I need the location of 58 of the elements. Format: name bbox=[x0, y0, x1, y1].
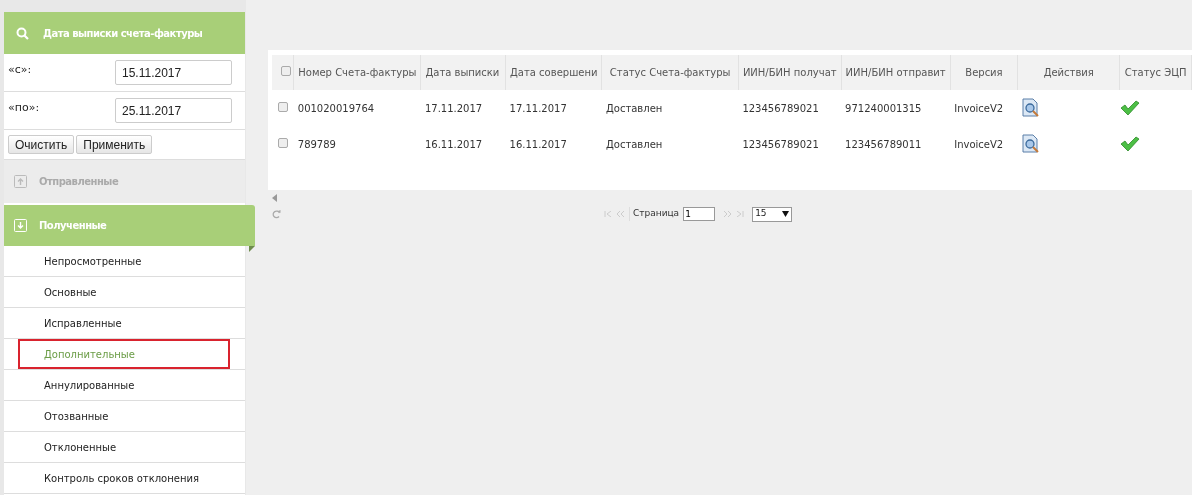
corner-fold bbox=[249, 246, 255, 252]
upload-icon bbox=[14, 175, 27, 188]
section-label: Отправленные bbox=[39, 175, 119, 189]
table-cell: 123456789021 bbox=[742, 138, 819, 150]
filter-button[interactable]: Очистить bbox=[8, 135, 75, 154]
table-cell: 17.11.2017 bbox=[509, 102, 567, 114]
first-page-icon[interactable] bbox=[604, 211, 612, 217]
table-cell: 971240001315 bbox=[845, 102, 922, 114]
table-cell: Доставлен bbox=[605, 138, 663, 150]
menu-item[interactable]: Основные bbox=[18, 277, 230, 307]
view-document-icon[interactable] bbox=[1021, 98, 1040, 118]
table-cell: InvoiceV2 bbox=[954, 102, 1004, 114]
view-document-icon[interactable] bbox=[1021, 134, 1040, 154]
menu-item[interactable]: Отклоненные bbox=[18, 432, 230, 462]
table-cell: 123456789021 bbox=[742, 102, 819, 114]
column-header[interactable]: Статус Счета-фактуры bbox=[609, 67, 731, 78]
scroll-left-icon[interactable] bbox=[272, 194, 277, 202]
last-page-icon[interactable] bbox=[736, 211, 745, 217]
menu-item[interactable]: Аннулированные bbox=[18, 370, 230, 400]
column-header[interactable]: Номер Счета-фактуры bbox=[298, 67, 417, 78]
filter-title: Дата выписки счета-фактуры bbox=[43, 26, 203, 41]
column-header[interactable]: Версия bbox=[965, 67, 1003, 78]
table-cell: 16.11.2017 bbox=[509, 138, 567, 150]
checkbox[interactable] bbox=[278, 137, 288, 148]
date-label: «по»: bbox=[8, 100, 41, 116]
menu-item[interactable]: Непросмотренные bbox=[18, 246, 230, 276]
column-header[interactable]: ИИН/БИН отправит bbox=[845, 67, 946, 78]
menu-item[interactable]: Отозванные bbox=[18, 401, 230, 431]
page-label: Страница bbox=[629, 207, 680, 221]
table-cell: 001020019764 bbox=[297, 102, 375, 114]
refresh-icon[interactable] bbox=[272, 209, 281, 219]
checkbox[interactable] bbox=[280, 66, 291, 76]
column-header[interactable]: ИИН/БИН получат bbox=[742, 67, 837, 78]
section-label: Полученные bbox=[39, 219, 107, 233]
filter-button[interactable]: Применить bbox=[76, 135, 153, 154]
date-field[interactable]: 15.11.2017 bbox=[115, 60, 232, 85]
table-cell: 789789 bbox=[297, 138, 336, 150]
column-header[interactable]: Статус ЭЦП bbox=[1124, 67, 1187, 78]
next-page-icon[interactable] bbox=[723, 211, 733, 217]
checkbox[interactable] bbox=[278, 101, 288, 112]
page-field[interactable]: 1 bbox=[683, 207, 716, 221]
table-cell: 16.11.2017 bbox=[424, 138, 483, 150]
download-icon bbox=[14, 219, 27, 232]
menu-item[interactable]: Исправленные bbox=[18, 308, 230, 338]
date-field[interactable]: 25.11.2017 bbox=[115, 98, 232, 123]
page-size-dropdown[interactable]: 15 bbox=[752, 206, 793, 222]
table-cell: 123456789011 bbox=[845, 138, 922, 150]
dropdown-icon bbox=[782, 211, 790, 217]
table-cell: 17.11.2017 bbox=[424, 102, 483, 114]
table-cell: Доставлен bbox=[605, 102, 663, 114]
table-cell: InvoiceV2 bbox=[954, 138, 1004, 150]
column-header[interactable]: Дата выписки bbox=[425, 67, 500, 78]
previous-page-icon[interactable] bbox=[616, 211, 625, 217]
column-header[interactable]: Дата совершени bbox=[510, 67, 598, 78]
search-icon bbox=[16, 26, 29, 40]
date-label: «с»: bbox=[8, 62, 33, 78]
menu-item[interactable]: Контроль сроков отклонения bbox=[18, 463, 230, 493]
column-header[interactable]: Действия bbox=[1043, 67, 1094, 78]
